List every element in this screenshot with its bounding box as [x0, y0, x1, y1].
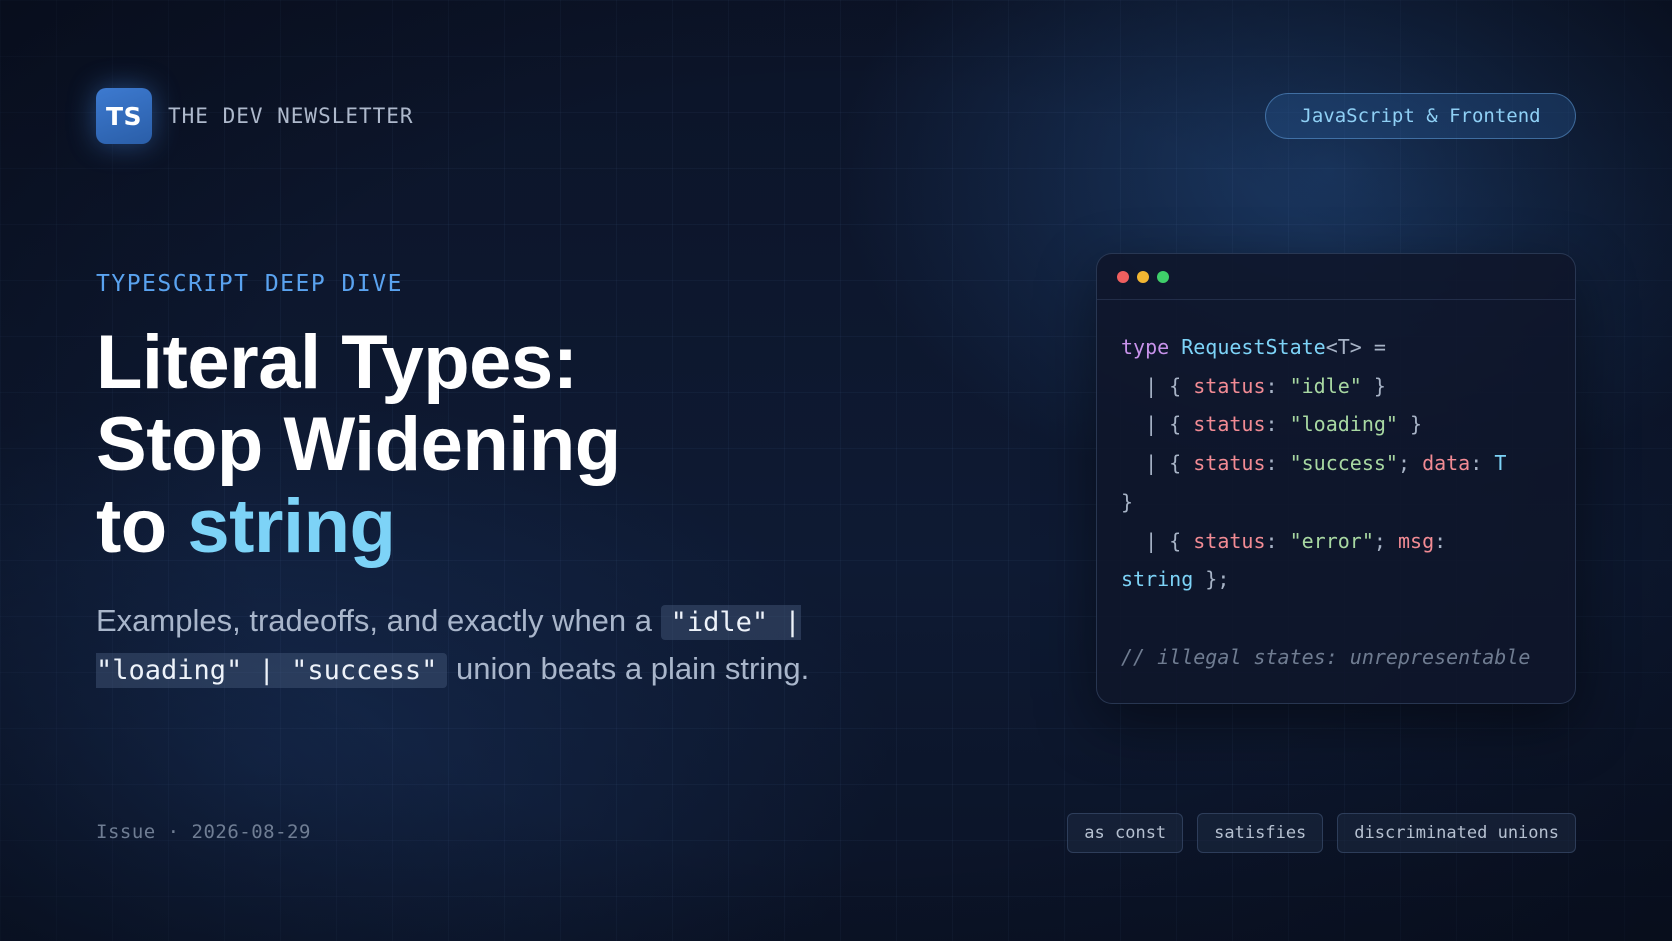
ts-logo-icon: TS [96, 88, 152, 144]
code-token: : [1265, 412, 1290, 437]
code-token: } [1121, 489, 1134, 514]
code-token: "loading" [1289, 412, 1398, 437]
title-accent-word: string [187, 484, 396, 569]
code-token: : [1265, 528, 1290, 553]
code-token: ; [1397, 451, 1423, 476]
code-token: : [1265, 373, 1290, 398]
minimize-dot-icon [1137, 270, 1149, 283]
subtitle: Examples, tradeoffs, and exactly when a … [96, 598, 856, 694]
code-token: "error" [1289, 528, 1374, 553]
brand-name: THE DEV NEWSLETTER [168, 104, 414, 128]
code-token: status [1193, 412, 1266, 437]
page-title: Literal Types: Stop Widening to string [96, 322, 816, 568]
title-line-1: Literal Types: [96, 320, 578, 405]
code-token: status [1193, 373, 1266, 398]
maximize-dot-icon [1157, 270, 1169, 283]
tag-list: as const satisfies discriminated unions [1067, 813, 1576, 853]
issue-date: Issue · 2026-08-29 [96, 821, 311, 843]
code-token: msg [1397, 528, 1435, 553]
close-dot-icon [1117, 270, 1129, 283]
code-line: | { status: "idle" } [1121, 367, 1551, 406]
code-token: : [1265, 451, 1290, 476]
code-token: ; [1373, 528, 1398, 553]
tag-as-const: as const [1067, 813, 1184, 853]
code-block: type RequestState<T> = | { status: "idle… [1097, 300, 1575, 676]
code-token: string [1121, 567, 1194, 592]
topic-pill: JavaScript & Frontend [1265, 93, 1576, 139]
code-card: type RequestState<T> = | { status: "idle… [1096, 253, 1576, 704]
code-line: string }; [1121, 560, 1551, 599]
code-token: : [1470, 451, 1495, 476]
code-token: status [1193, 451, 1266, 476]
code-token: // illegal states: unrepresentable [1121, 644, 1531, 669]
code-token: <T> = [1325, 335, 1386, 359]
title-line-2: Stop Widening [96, 402, 621, 487]
code-token: type [1121, 335, 1170, 359]
code-token: : [1434, 528, 1447, 553]
title-line-3-prefix: to [96, 484, 188, 569]
code-token: } [1361, 373, 1386, 398]
subtitle-text-after: union beats a plain string. [447, 651, 810, 686]
code-line: } [1121, 483, 1551, 522]
code-token: RequestState [1181, 335, 1326, 359]
code-token: | { [1121, 528, 1194, 553]
code-line: type RequestState<T> = [1121, 328, 1551, 367]
code-token: "idle" [1289, 373, 1362, 398]
code-token: | { [1121, 373, 1194, 398]
brand: TS THE DEV NEWSLETTER [96, 88, 414, 144]
code-token: status [1193, 528, 1266, 553]
tag-discriminated-unions: discriminated unions [1337, 813, 1576, 853]
window-titlebar [1097, 254, 1575, 300]
code-token: }; [1193, 567, 1230, 592]
code-line: | { status: "success"; data: T [1121, 444, 1551, 483]
code-token: T [1494, 451, 1507, 476]
code-token: | { [1121, 412, 1194, 437]
kicker: TYPESCRIPT DEEP DIVE [96, 271, 403, 297]
code-token: "success" [1289, 451, 1398, 476]
code-line: // illegal states: unrepresentable [1121, 638, 1551, 677]
code-token: | { [1121, 451, 1194, 476]
subtitle-text-before: Examples, tradeoffs, and exactly when a [96, 603, 661, 638]
code-line: | { status: "error"; msg: [1121, 522, 1551, 561]
code-line: | { status: "loading" } [1121, 405, 1551, 444]
code-token: } [1397, 412, 1423, 437]
tag-satisfies: satisfies [1197, 813, 1324, 853]
code-token: data [1422, 451, 1471, 476]
